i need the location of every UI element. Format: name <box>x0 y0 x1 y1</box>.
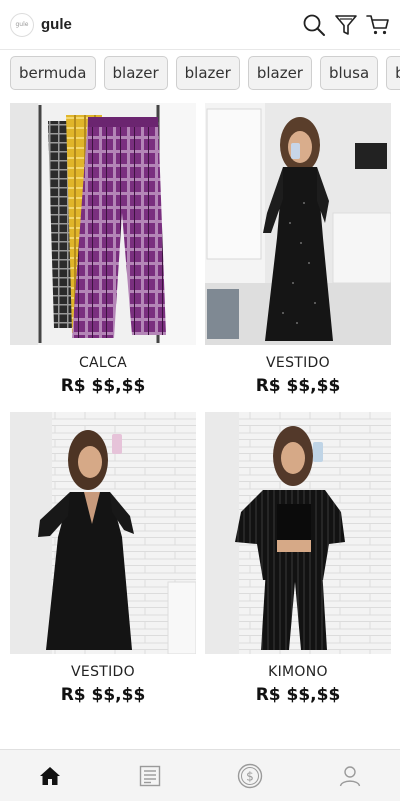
product-image[interactable] <box>10 412 196 654</box>
search-icon[interactable] <box>302 13 326 37</box>
product-name: VESTIDO <box>266 355 330 371</box>
product-name: VESTIDO <box>71 664 135 680</box>
product-price: R$ $$,$$ <box>255 685 341 705</box>
chip-blazer[interactable]: blazer <box>247 56 312 90</box>
product-image[interactable] <box>205 412 391 654</box>
category-chips: bermuda blazer blazer blazer blusa blusa <box>0 56 400 92</box>
nav-profile[interactable] <box>325 756 375 796</box>
product-name: KIMONO <box>268 664 328 680</box>
orders-icon <box>139 765 161 786</box>
product-image[interactable] <box>10 103 196 345</box>
chip-blazer[interactable]: blazer <box>103 56 168 90</box>
chip-blusa[interactable]: blusa <box>386 56 400 90</box>
nav-orders[interactable] <box>125 756 175 796</box>
brand-logo[interactable]: gule <box>10 12 34 37</box>
svg-text:$: $ <box>246 769 254 783</box>
brand-logo-text: gule <box>15 21 29 28</box>
chip-blazer[interactable]: blazer <box>175 56 240 90</box>
product-grid: CALCA R$ $$,$$ VESTIDO R$ $$,$$ VESTIDO … <box>10 103 391 705</box>
header-actions <box>302 13 390 37</box>
product-card[interactable]: VESTIDO R$ $$,$$ <box>10 412 196 705</box>
product-price: R$ $$,$$ <box>255 376 341 396</box>
product-price: R$ $$,$$ <box>60 376 146 396</box>
app-header: gule gule <box>0 0 400 50</box>
nav-money[interactable]: $ <box>225 756 275 796</box>
chip-blusa[interactable]: blusa <box>319 56 379 90</box>
product-card[interactable]: VESTIDO R$ $$,$$ <box>205 103 391 396</box>
product-name: CALCA <box>78 355 127 371</box>
home-icon <box>40 766 60 785</box>
nav-home[interactable] <box>25 756 75 796</box>
brand-name: gule <box>41 16 72 33</box>
product-card[interactable]: CALCA R$ $$,$$ <box>10 103 196 396</box>
product-card[interactable]: KIMONO R$ $$,$$ <box>205 412 391 705</box>
bottom-nav: $ <box>0 749 400 801</box>
user-icon <box>339 765 361 786</box>
money-icon: $ <box>237 763 263 788</box>
chip-bermuda[interactable]: bermuda <box>10 56 96 90</box>
product-price: R$ $$,$$ <box>60 685 146 705</box>
filter-icon[interactable] <box>334 13 358 37</box>
product-image[interactable] <box>205 103 391 345</box>
cart-icon[interactable] <box>366 13 390 37</box>
